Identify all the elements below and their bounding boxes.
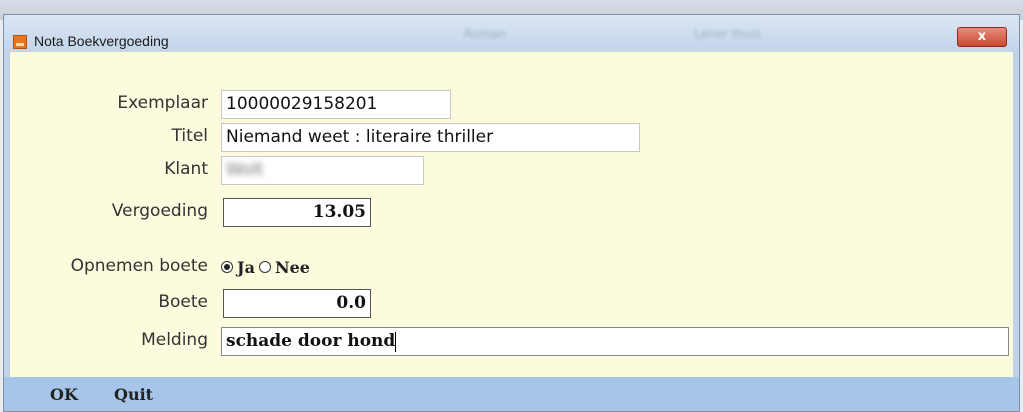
melding-value: schade door hond — [226, 331, 396, 351]
melding-label: Melding — [141, 330, 208, 350]
boete-field[interactable]: 0.0 — [223, 289, 371, 318]
dialog-window: Nota Boekvergoeding Roman Lener thuis x … — [3, 14, 1020, 412]
app-icon — [13, 35, 27, 49]
opnemen-boete-label: Opnemen boete — [70, 256, 208, 276]
opnemen-boete-radio-group: Ja Nee — [221, 254, 310, 280]
klant-label: Klant — [164, 159, 208, 179]
text-cursor — [395, 331, 397, 352]
ok-button[interactable]: OK — [50, 385, 78, 404]
klant-field[interactable]: Wolt — [221, 156, 424, 185]
title-bar[interactable]: Nota Boekvergoeding Roman Lener thuis x — [4, 15, 1019, 51]
vergoeding-label: Vergoeding — [111, 201, 208, 221]
klant-value: Wolt — [226, 160, 264, 180]
close-button[interactable]: x — [957, 27, 1007, 47]
window-title: Nota Boekvergoeding — [34, 33, 169, 49]
background-ghost-text: Roman — [464, 27, 506, 41]
melding-field[interactable]: schade door hond — [221, 327, 1009, 356]
titel-label: Titel — [171, 126, 208, 146]
vergoeding-field[interactable]: 13.05 — [223, 198, 371, 227]
form-area: Exemplaar 10000029158201 Titel Niemand w… — [10, 52, 1013, 382]
exemplaar-label: Exemplaar — [117, 93, 208, 113]
button-bar: OK Quit — [4, 377, 1019, 411]
radio-ja-label[interactable]: Ja — [237, 258, 255, 277]
boete-label: Boete — [158, 292, 208, 312]
radio-nee[interactable] — [258, 261, 271, 273]
quit-button[interactable]: Quit — [114, 385, 153, 404]
radio-nee-label[interactable]: Nee — [275, 258, 310, 277]
exemplaar-field[interactable]: 10000029158201 — [221, 90, 451, 119]
background-ghost-text: Lener thuis — [694, 27, 762, 41]
close-icon: x — [977, 29, 987, 44]
titel-field[interactable]: Niemand weet : literaire thriller — [221, 123, 640, 152]
radio-ja[interactable] — [221, 261, 233, 273]
